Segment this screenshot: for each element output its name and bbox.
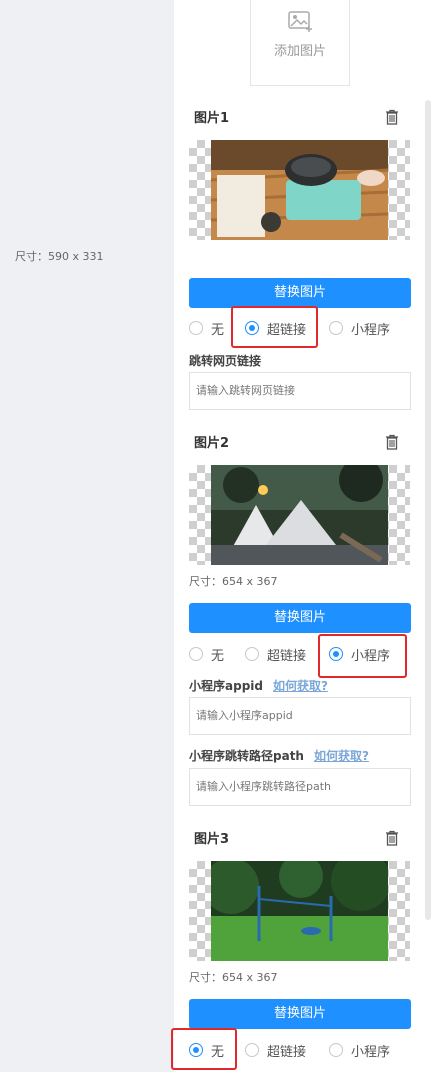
radio-none[interactable]: 无 <box>189 642 224 666</box>
image-preview-1 <box>174 140 431 240</box>
radio-circle <box>245 1043 259 1057</box>
appid-label: 小程序appid 如何获取? <box>189 679 328 693</box>
image-size-3: 尺寸：654 x 367 <box>189 971 278 984</box>
replace-image-button-3[interactable]: 替换图片 <box>189 999 411 1029</box>
transparent-background <box>189 465 410 565</box>
trash-icon[interactable] <box>385 109 399 125</box>
radio-mini-program[interactable]: 小程序 <box>329 316 390 340</box>
camping-stove-photo <box>211 140 388 240</box>
trash-icon[interactable] <box>385 434 399 450</box>
trash-icon[interactable] <box>385 830 399 846</box>
how-to-get-link[interactable]: 如何获取? <box>314 749 369 763</box>
add-image-label: 添加图片 <box>273 44 326 59</box>
transparent-background <box>189 140 410 240</box>
add-image-button[interactable]: 添加图片 <box>250 0 350 86</box>
image-size-1: 尺寸：590 x 331 <box>15 250 104 263</box>
radio-none[interactable]: 无 <box>189 316 224 340</box>
radio-circle <box>245 647 259 661</box>
image-title: 图片2 <box>194 436 230 451</box>
highlight-box <box>171 1028 237 1070</box>
how-to-get-link[interactable]: 如何获取? <box>273 679 328 693</box>
image-preview-3 <box>174 861 431 961</box>
radio-hyperlink[interactable]: 超链接 <box>245 642 306 666</box>
radio-hyperlink[interactable]: 超链接 <box>245 1038 306 1062</box>
highlight-box <box>231 306 318 348</box>
transparent-background <box>189 861 410 961</box>
path-input[interactable]: 请输入小程序跳转路径path <box>189 768 411 806</box>
radio-circle <box>329 1043 343 1057</box>
path-label: 小程序跳转路径path 如何获取? <box>189 749 369 763</box>
image-title: 图片3 <box>194 832 230 847</box>
radio-circle <box>189 647 203 661</box>
web-link-label: 跳转网页链接 <box>189 354 262 368</box>
highlight-box <box>318 634 407 678</box>
radio-circle <box>189 321 203 335</box>
add-image-icon <box>288 11 312 32</box>
glamping-tent-photo <box>211 465 388 565</box>
appid-input[interactable]: 请输入小程序appid <box>189 697 411 735</box>
replace-image-button-2[interactable]: 替换图片 <box>189 603 411 633</box>
radio-mini-program[interactable]: 小程序 <box>329 1038 390 1062</box>
image-title: 图片1 <box>194 111 230 126</box>
replace-image-button-1[interactable]: 替换图片 <box>189 278 411 308</box>
image-size-2: 尺寸：654 x 367 <box>189 575 278 588</box>
image-preview-2 <box>174 465 431 565</box>
radio-circle <box>329 321 343 335</box>
playground-lawn-photo <box>211 861 388 961</box>
web-link-input[interactable]: 请输入跳转网页链接 <box>189 372 411 410</box>
